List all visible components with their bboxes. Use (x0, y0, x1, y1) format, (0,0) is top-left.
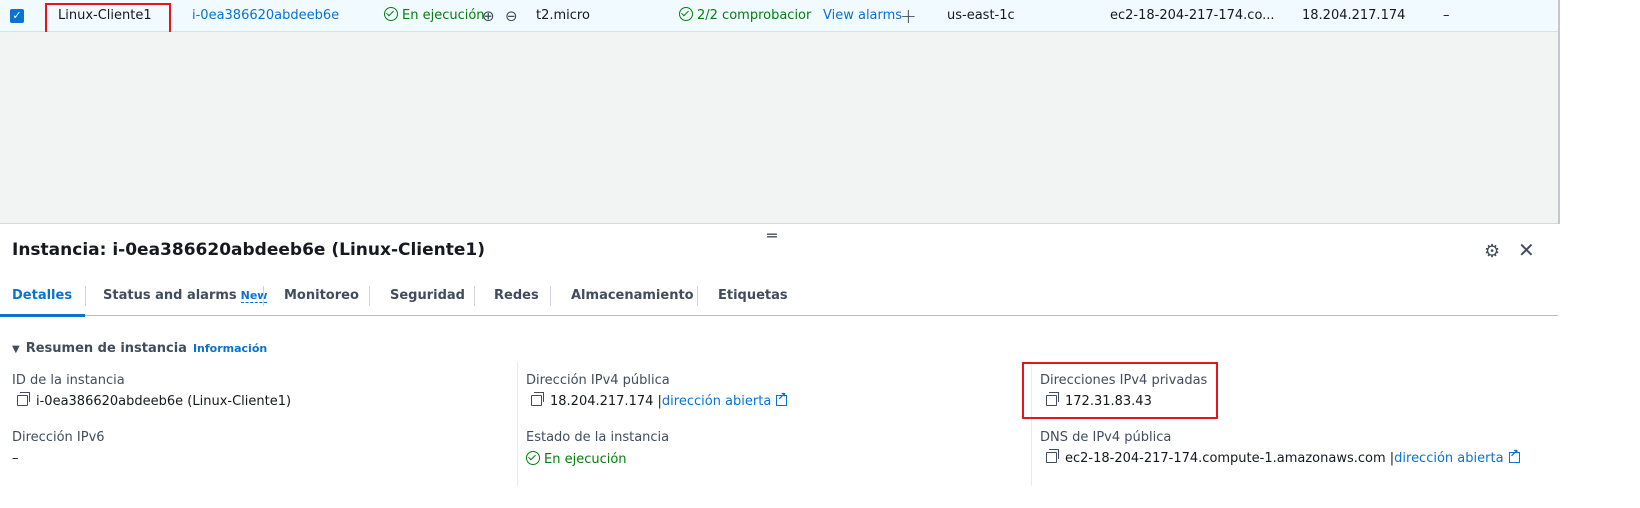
tab-redes[interactable]: Redes (494, 288, 539, 303)
public-dns-field: ec2-18-204-217-174.compute-1.amazonaws.c… (1046, 447, 1520, 466)
public-ipv4-field: 18.204.217.174 |dirección abierta (531, 390, 788, 409)
tab-divider (85, 286, 86, 306)
tab-etiquetas[interactable]: Etiquetas (718, 288, 788, 303)
info-link[interactable]: Información (193, 342, 267, 355)
table-empty-area (0, 32, 1558, 224)
external-link-icon[interactable] (776, 390, 788, 406)
copy-icon[interactable] (531, 392, 544, 406)
tab-detalles[interactable]: Detalles (12, 288, 72, 303)
copy-icon[interactable] (17, 392, 30, 406)
instance-id-field: i-0ea386620abdeeb6e (Linux-Cliente1) (17, 392, 292, 409)
public-ip-cell: 18.204.217.174 (1302, 8, 1406, 23)
tab-almacenamiento[interactable]: Almacenamiento (571, 288, 694, 303)
status-ok-icon (384, 7, 398, 21)
tab-divider (550, 286, 551, 306)
private-ipv4-label: Direcciones IPv4 privadas (1040, 373, 1208, 388)
tab-divider (263, 286, 264, 306)
ipv6-value: – (12, 451, 19, 466)
section-header[interactable]: ▼ Resumen de instancia Información (12, 341, 267, 356)
drag-handle-icon[interactable]: ═ (767, 226, 777, 245)
copy-icon[interactable] (1046, 449, 1059, 463)
close-icon[interactable]: ✕ (1518, 238, 1535, 262)
plus-icon[interactable]: + (900, 0, 917, 32)
column-divider (1031, 362, 1032, 486)
instance-type-cell: t2.micro (536, 8, 590, 23)
tab-divider (474, 286, 475, 306)
copy-icon[interactable] (1046, 392, 1059, 406)
private-ipv4-value: 172.31.83.43 (1065, 394, 1152, 409)
public-dns-cell: ec2-18-204-217-174.co... (1110, 8, 1275, 23)
status-check-text: 2/2 comprobacior (697, 8, 812, 23)
instance-state-cell: En ejecución (384, 0, 485, 32)
instance-state-field: En ejecución (526, 451, 627, 467)
instance-id-label: ID de la instancia (12, 373, 125, 388)
zoom-out-icon[interactable]: ⊖ (505, 0, 518, 32)
caret-down-icon: ▼ (12, 344, 20, 355)
open-address-link-2[interactable]: dirección abierta (1394, 451, 1503, 466)
tab-monitoreo[interactable]: Monitoreo (284, 288, 359, 303)
tab-status-alarms[interactable]: Status and alarms New (103, 288, 268, 303)
gear-icon[interactable]: ⚙ (1484, 241, 1500, 262)
open-address-link[interactable]: dirección abierta (662, 394, 771, 409)
status-ok-icon (526, 451, 540, 465)
instance-state-text: En ejecución (402, 8, 485, 23)
detail-tabs: Detalles Status and alarms New Monitoreo … (0, 276, 1558, 317)
tab-seguridad[interactable]: Seguridad (390, 288, 465, 303)
private-ipv4-field: 172.31.83.43 (1046, 392, 1152, 409)
view-alarms-link[interactable]: View alarms (823, 0, 902, 32)
private-ip-highlight-box (1022, 362, 1218, 419)
availability-zone-cell: us-east-1c (947, 8, 1015, 23)
tab-status-alarms-label: Status and alarms (103, 288, 237, 303)
public-dns-value: ec2-18-204-217-174.compute-1.amazonaws.c… (1065, 451, 1386, 466)
extra-cell: – (1443, 8, 1450, 23)
instance-state-value: En ejecución (544, 452, 627, 467)
column-divider (517, 362, 518, 486)
ipv6-label: Dirección IPv6 (12, 430, 105, 445)
status-ok-icon (679, 7, 693, 21)
instance-id-value: i-0ea386620abdeeb6e (Linux-Cliente1) (36, 394, 292, 409)
public-ipv4-value: 18.204.217.174 (550, 394, 654, 409)
zoom-in-icon[interactable]: ⊕ (482, 0, 495, 32)
section-title: Resumen de instancia (25, 341, 187, 356)
scrollbar[interactable] (1558, 0, 1560, 224)
instance-id-link[interactable]: i-0ea386620abdeeb6e (192, 0, 339, 32)
active-tab-indicator (0, 314, 85, 317)
tab-divider (697, 286, 698, 306)
status-check-cell: 2/2 comprobacior (679, 0, 811, 32)
public-ipv4-label: Dirección IPv4 pública (526, 373, 670, 388)
detail-title: Instancia: i-0ea386620abdeeb6e (Linux-Cl… (12, 240, 486, 260)
row-checkbox[interactable]: ✓ (10, 9, 24, 23)
external-link-icon[interactable] (1508, 447, 1520, 463)
instance-table-row[interactable]: ✓ Linux-Cliente1 i-0ea386620abdeeb6e En … (0, 0, 1558, 32)
instance-state-label: Estado de la instancia (526, 430, 670, 445)
tab-divider (369, 286, 370, 306)
instance-name-cell: Linux-Cliente1 (58, 8, 152, 23)
public-dns-label: DNS de IPv4 pública (1040, 430, 1172, 445)
